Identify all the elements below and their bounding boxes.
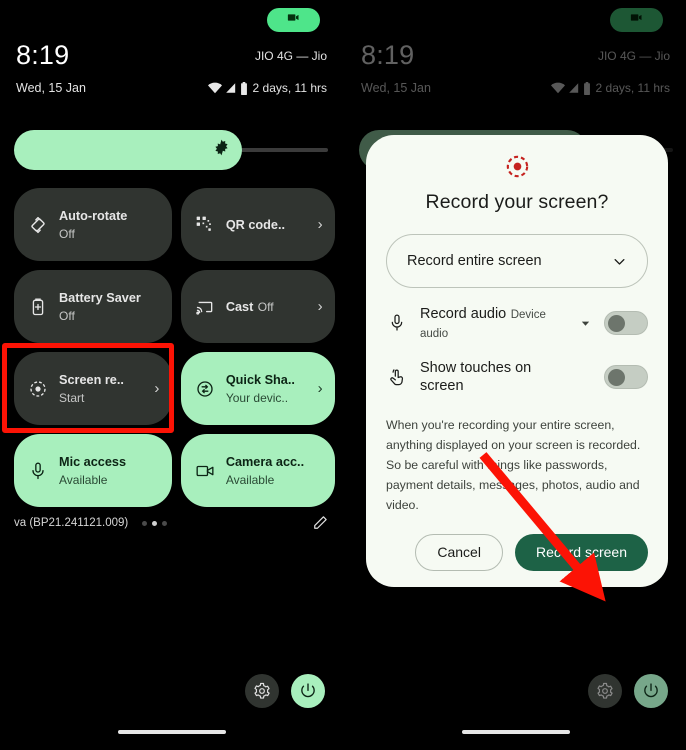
dialog-title: Record your screen? xyxy=(425,191,609,213)
record-mode-value: Record entire screen xyxy=(407,253,542,269)
cancel-button[interactable]: Cancel xyxy=(415,533,503,571)
tile-title: Camera acc.. xyxy=(225,454,305,469)
page-dot xyxy=(142,520,148,526)
record-screen-button[interactable]: Record screen xyxy=(514,533,648,571)
home-handle[interactable] xyxy=(461,730,570,734)
tile-title: Screen re.. xyxy=(59,372,124,387)
system-icons: 2 days, 11 hrs xyxy=(207,81,327,95)
gear-icon xyxy=(253,682,271,700)
option-title: Show touches on screen xyxy=(420,359,532,395)
touch-icon xyxy=(386,367,408,387)
tile-subtitle: Available xyxy=(225,472,275,487)
dialog-body-text: When you're recording your entire screen… xyxy=(386,418,641,512)
date-label: Wed, 15 Jan xyxy=(16,81,86,95)
caret-down-icon[interactable] xyxy=(578,318,592,329)
quick-share-icon xyxy=(194,378,216,400)
page-dot-active xyxy=(152,520,158,526)
chevron-right-icon[interactable]: › xyxy=(314,216,326,233)
qr-code-icon xyxy=(194,214,216,236)
tile-subtitle: Off xyxy=(257,299,274,314)
record-audio-toggle[interactable] xyxy=(604,311,648,336)
tile-title: Auto-rotate xyxy=(59,208,128,223)
tile-subtitle: Available xyxy=(59,472,108,487)
brightness-icon xyxy=(213,139,230,161)
screen-record-icon xyxy=(27,378,49,400)
tile-subtitle: Off xyxy=(59,226,75,241)
chevron-right-icon[interactable]: › xyxy=(314,298,326,315)
tile-subtitle: Your devic.. xyxy=(225,390,289,405)
power-button[interactable] xyxy=(634,674,668,708)
camcorder-icon xyxy=(286,10,301,30)
tile-title: QR code.. xyxy=(225,217,286,232)
chevron-right-icon[interactable]: › xyxy=(314,380,326,397)
tile-title: Quick Sha.. xyxy=(225,372,295,387)
record-mode-dropdown[interactable]: Record entire screen xyxy=(386,234,648,288)
tile-title: Cast xyxy=(225,299,254,314)
tile-camera-access[interactable]: Camera acc.. Available › xyxy=(180,434,336,507)
battery-saver-icon xyxy=(27,296,49,318)
left-panel-quick-settings: 8:19 JIO 4G — Jio Wed, 15 Jan 2 days, 11… xyxy=(0,0,343,750)
record-screen-dialog: Record your screen? Record entire screen… xyxy=(366,135,668,587)
tile-cast[interactable]: Cast Off › xyxy=(180,270,336,343)
home-handle[interactable] xyxy=(117,730,226,734)
quick-settings-tiles: Auto-rotate Off › QR code.. › xyxy=(14,188,336,507)
tile-quick-share[interactable]: Quick Sha.. Your devic.. › xyxy=(180,352,336,425)
dialog-actions: Cancel Record screen xyxy=(386,533,648,571)
option-show-touches[interactable]: Show touches on screen xyxy=(386,359,648,396)
screen-record-icon xyxy=(504,153,531,180)
gear-icon xyxy=(596,682,614,700)
power-button[interactable] xyxy=(291,674,325,708)
camera-indicator-pill xyxy=(267,8,320,32)
power-icon xyxy=(642,682,660,700)
brightness-slider[interactable] xyxy=(14,130,328,170)
cellular-signal-icon xyxy=(225,82,237,94)
battery-icon xyxy=(240,81,248,95)
settings-button[interactable] xyxy=(588,674,622,708)
quick-settings-bottom-bar xyxy=(588,674,668,708)
battery-remaining-label: 2 days, 11 hrs xyxy=(252,81,327,95)
auto-rotate-icon xyxy=(27,214,49,236)
status-header: 8:19 JIO 4G — Jio Wed, 15 Jan 2 days, 11… xyxy=(0,40,343,96)
carrier-label: JIO 4G — Jio xyxy=(254,48,327,63)
tile-mic-access[interactable]: Mic access Available › xyxy=(14,434,172,507)
tile-screen-record[interactable]: Screen re.. Start › xyxy=(14,352,172,425)
page-indicator-dots xyxy=(142,520,168,526)
toggle-knob xyxy=(608,315,625,333)
option-title: Record audio xyxy=(420,306,507,322)
microphone-icon xyxy=(386,313,408,333)
two-panel-screenshot: 8:19 JIO 4G — Jio Wed, 15 Jan 2 days, 11… xyxy=(0,0,686,750)
tile-title: Battery Saver xyxy=(59,290,141,305)
tile-auto-rotate[interactable]: Auto-rotate Off › xyxy=(14,188,172,261)
tile-battery-saver[interactable]: Battery Saver Off › xyxy=(14,270,172,343)
tile-subtitle: Off xyxy=(59,308,75,323)
tile-title: Mic access xyxy=(59,454,127,469)
quick-settings-bottom-bar xyxy=(245,674,325,708)
toggle-knob xyxy=(608,369,625,387)
wifi-icon xyxy=(207,82,222,94)
right-panel-record-dialog: 8:19 JIO 4G — Jio Wed, 15 Jan 2 days, 11… xyxy=(343,0,686,750)
pencil-icon[interactable] xyxy=(311,514,329,532)
clock: 8:19 xyxy=(16,40,70,70)
microphone-icon xyxy=(27,460,49,482)
power-icon xyxy=(299,682,317,700)
quick-settings-footer: va (BP21.241121.009) xyxy=(0,514,343,532)
build-number-label: va (BP21.241121.009) xyxy=(14,517,129,529)
chevron-down-icon xyxy=(612,254,627,269)
settings-button[interactable] xyxy=(245,674,279,708)
chevron-right-icon[interactable]: › xyxy=(151,380,163,397)
cast-icon xyxy=(194,296,216,318)
option-record-audio[interactable]: Record audio Device audio xyxy=(386,305,648,342)
tile-subtitle: Start xyxy=(59,390,85,405)
camcorder-icon xyxy=(194,460,216,482)
page-dot xyxy=(162,520,168,526)
show-touches-toggle[interactable] xyxy=(604,365,648,390)
tile-qr-code[interactable]: QR code.. › xyxy=(180,188,336,261)
brightness-fill xyxy=(14,130,242,170)
